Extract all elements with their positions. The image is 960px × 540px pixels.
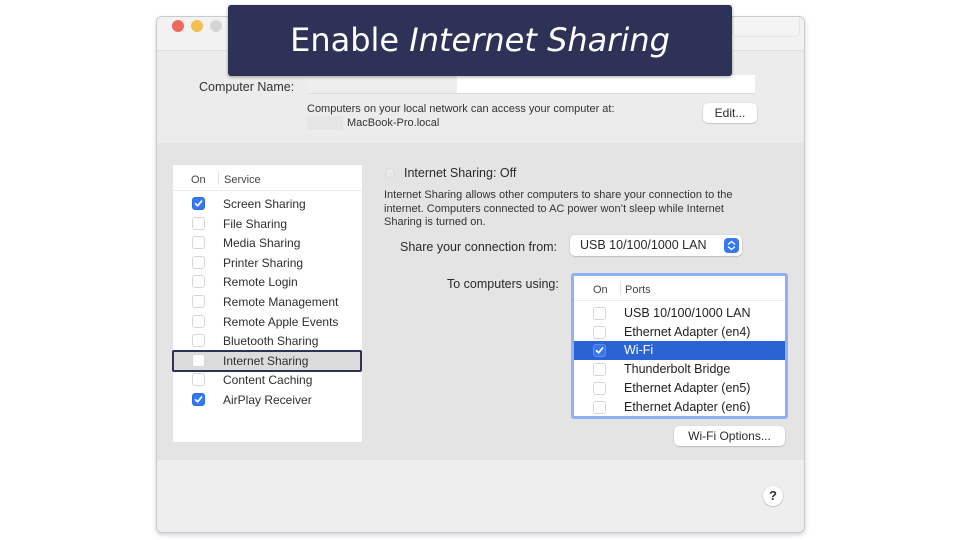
service-checkbox[interactable] (192, 197, 205, 210)
service-checkbox[interactable] (192, 334, 205, 348)
minimize-window-button[interactable] (191, 20, 203, 32)
service-row-file-sharing[interactable]: File Sharing (173, 214, 362, 234)
help-button[interactable]: ? (763, 486, 783, 506)
service-checkbox[interactable] (192, 393, 205, 406)
service-row-content-caching[interactable]: Content Caching (173, 370, 362, 390)
port-checkbox[interactable] (593, 344, 606, 358)
port-checkbox[interactable] (593, 381, 606, 395)
service-checkbox[interactable] (192, 373, 205, 387)
service-list-header: On Service (173, 165, 362, 191)
column-ports[interactable]: Ports (625, 284, 651, 296)
column-on[interactable]: On (593, 284, 608, 296)
service-label: Content Caching (223, 373, 313, 388)
banner-prefix: Enable (290, 21, 400, 59)
port-row-ethernet-adapter-en5[interactable]: Ethernet Adapter (en5) (574, 379, 785, 398)
port-row-thunderbolt-bridge[interactable]: Thunderbolt Bridge (574, 360, 785, 379)
port-row-usb-10-100-1000-lan[interactable]: USB 10/100/1000 LAN (574, 304, 785, 323)
share-from-label: Share your connection from: (400, 240, 558, 254)
service-row-remote-apple-events[interactable]: Remote Apple Events (173, 312, 362, 332)
port-checkbox[interactable] (593, 325, 606, 339)
close-window-button[interactable] (172, 20, 184, 32)
toolbar-search-field[interactable] (732, 17, 800, 37)
sharing-preferences-window: Computer Name: Computers on your local n… (156, 16, 805, 533)
service-checkbox[interactable] (192, 275, 205, 289)
port-label: USB 10/100/1000 LAN (624, 306, 751, 320)
ports-list-header: On Ports (574, 276, 785, 301)
column-divider (620, 281, 621, 295)
access-description: Computers on your local network can acce… (307, 103, 615, 115)
service-checkbox[interactable] (192, 255, 205, 269)
service-row-remote-login[interactable]: Remote Login (173, 272, 362, 292)
share-from-select[interactable]: USB 10/100/1000 LAN (570, 235, 742, 256)
internet-sharing-description: Internet Sharing allows other computers … (384, 189, 733, 228)
redacted-host-prefix (307, 116, 343, 130)
computer-name-input[interactable] (307, 75, 755, 94)
port-row-ethernet-adapter-en4[interactable]: Ethernet Adapter (en4) (574, 323, 785, 342)
service-checkbox[interactable] (192, 314, 205, 328)
service-label: Internet Sharing (223, 353, 309, 368)
service-label: Remote Login (223, 275, 298, 290)
hostname-text: MacBook-Pro.local (347, 116, 440, 129)
service-label: File Sharing (223, 216, 288, 231)
service-list[interactable]: On Service Screen Sharing File Sharing Med… (172, 165, 362, 442)
service-label: Printer Sharing (223, 255, 304, 270)
service-label: Remote Apple Events (223, 314, 339, 329)
port-label: Thunderbolt Bridge (624, 362, 731, 377)
service-checkbox[interactable] (192, 353, 205, 367)
service-label: AirPlay Receiver (223, 393, 312, 407)
port-row-wi-fi[interactable]: Wi-Fi (574, 341, 785, 361)
service-row-airplay-receiver[interactable]: AirPlay Receiver (173, 390, 362, 410)
service-checkbox[interactable] (192, 236, 205, 250)
services-section: On Service Screen Sharing File Sharing Med… (157, 143, 804, 460)
port-label: Ethernet Adapter (en6) (624, 399, 751, 414)
service-row-media-sharing[interactable]: Media Sharing (173, 233, 362, 253)
service-row-bluetooth-sharing[interactable]: Bluetooth Sharing (173, 331, 362, 351)
column-service[interactable]: Service (224, 174, 261, 186)
service-checkbox[interactable] (192, 216, 205, 230)
service-checkbox[interactable] (192, 295, 205, 308)
edit-button[interactable]: Edit... (703, 103, 757, 123)
chevron-up-down-icon (724, 238, 739, 253)
footer: ? (157, 460, 804, 532)
port-label: Wi-Fi (624, 343, 654, 358)
service-row-remote-management[interactable]: Remote Management (173, 292, 362, 312)
redacted-name (307, 75, 457, 93)
port-checkbox[interactable] (593, 400, 606, 414)
port-row-ethernet-adapter-en6[interactable]: Ethernet Adapter (en6) (574, 398, 785, 417)
service-row-screen-sharing[interactable]: Screen Sharing (173, 194, 362, 214)
wifi-options-button[interactable]: Wi-Fi Options... (674, 426, 785, 446)
column-divider (218, 171, 219, 185)
tutorial-banner: Enable Internet Sharing (228, 5, 732, 76)
service-label: Screen Sharing (223, 197, 306, 211)
ports-list[interactable]: On Ports USB 10/100/1000 LAN Ethernet Ada… (571, 273, 788, 419)
port-checkbox[interactable] (593, 363, 606, 377)
banner-emphasis: Internet Sharing (409, 21, 670, 59)
service-label: Media Sharing (223, 236, 301, 251)
column-on[interactable]: On (191, 174, 206, 186)
status-label: Internet Sharing: Off (404, 166, 517, 180)
service-label: Bluetooth Sharing (223, 334, 319, 349)
port-label: Ethernet Adapter (en4) (624, 324, 751, 339)
to-computers-label: To computers using: (447, 277, 559, 291)
status-indicator-icon (385, 168, 395, 178)
computer-name-label: Computer Name: (199, 80, 295, 94)
service-row-printer-sharing[interactable]: Printer Sharing (173, 253, 362, 273)
service-label: Remote Management (223, 295, 339, 309)
share-from-value: USB 10/100/1000 LAN (580, 238, 707, 252)
local-hostname: MacBook-Pro.local (307, 116, 439, 130)
port-checkbox[interactable] (593, 307, 606, 320)
port-label: Ethernet Adapter (en5) (624, 380, 751, 395)
service-row-internet-sharing[interactable]: Internet Sharing (173, 350, 362, 371)
zoom-window-button[interactable] (210, 20, 222, 32)
